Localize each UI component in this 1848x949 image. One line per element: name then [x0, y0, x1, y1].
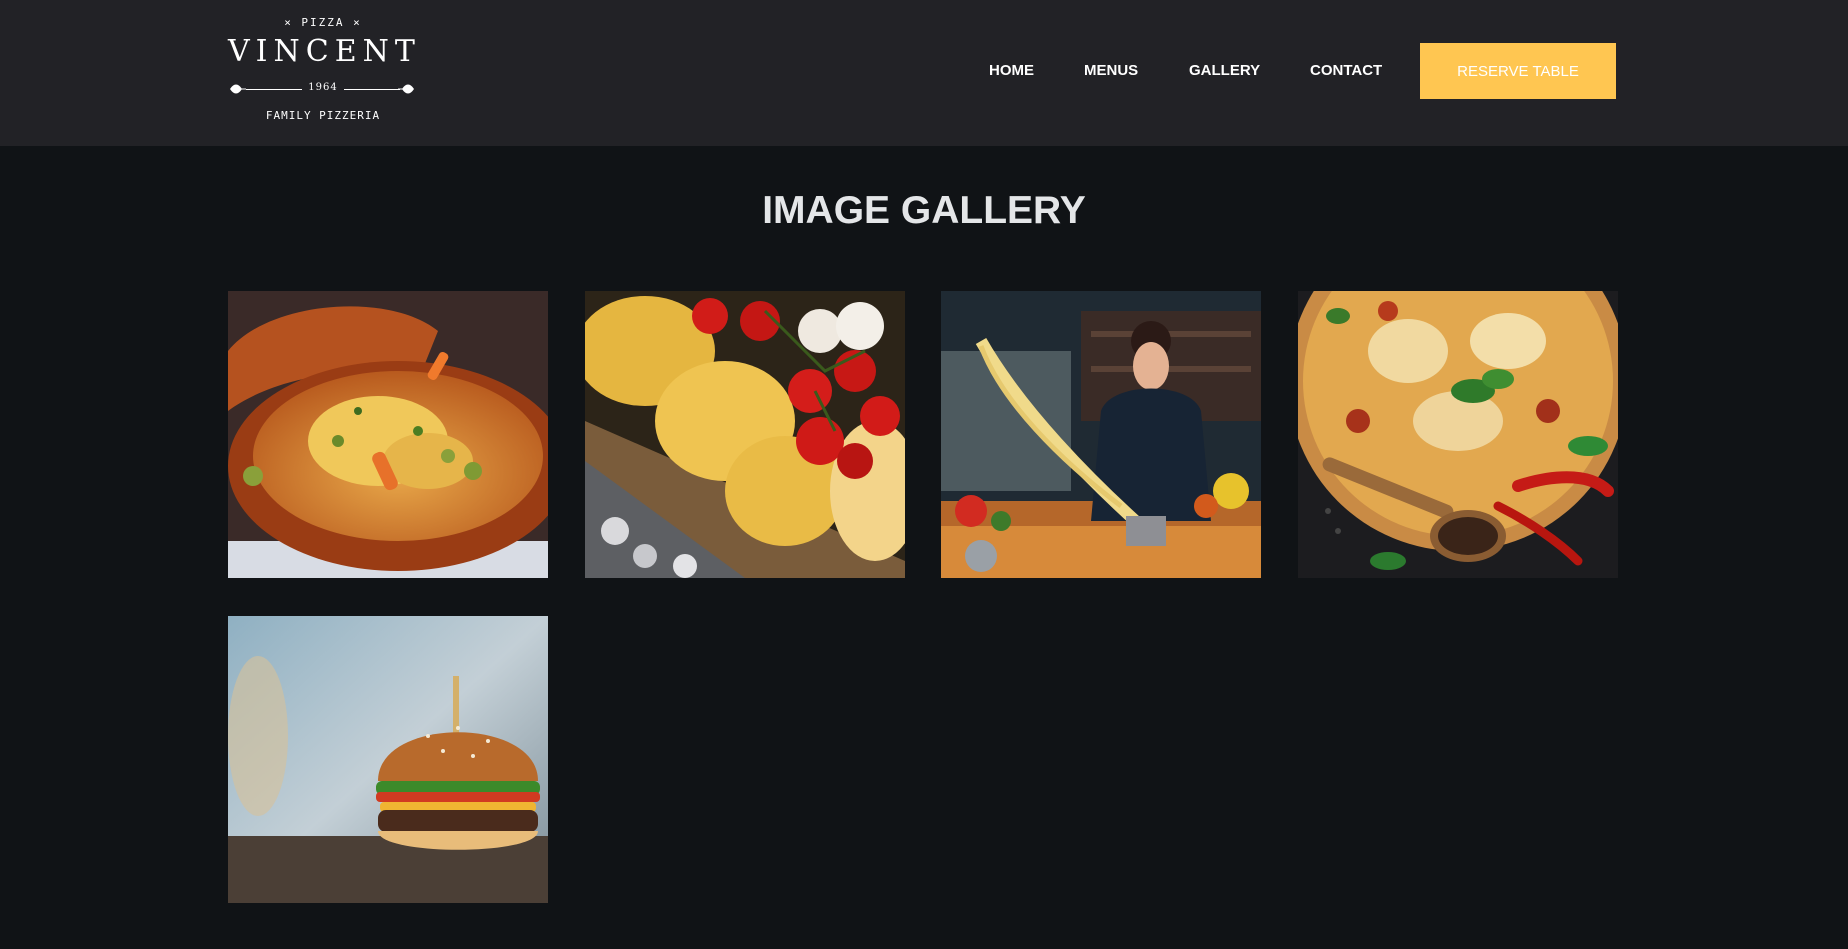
- nav-contact[interactable]: CONTACT: [1310, 62, 1382, 79]
- logo-rule-right: [344, 89, 400, 90]
- gallery-image-chef[interactable]: [941, 291, 1261, 578]
- logo-name: VINCENT: [228, 34, 421, 69]
- leaf-ornament-icon: [230, 84, 246, 94]
- nav-gallery[interactable]: GALLERY: [1189, 62, 1260, 79]
- chef-making-pasta-photo: [941, 291, 1261, 578]
- logo[interactable]: × PIZZA × VINCENT 1964 FAMILY PIZZERIA: [228, 14, 418, 126]
- burger-photo: [228, 616, 548, 903]
- fresh-pasta-tomatoes-photo: [585, 291, 905, 578]
- nav-home[interactable]: HOME: [989, 62, 1034, 79]
- logo-subtitle: FAMILY PIZZERIA: [265, 109, 381, 122]
- leaf-ornament-icon: [398, 84, 414, 94]
- nav-menus[interactable]: MENUS: [1084, 62, 1138, 79]
- gallery-image-burger[interactable]: [228, 616, 548, 903]
- logo-year: 1964: [308, 82, 338, 93]
- logo-rule-left: [246, 89, 302, 90]
- reserve-table-button[interactable]: RESERVE TABLE: [1420, 43, 1616, 99]
- gallery-image-pasta[interactable]: [585, 291, 905, 578]
- page-title: IMAGE GALLERY: [762, 189, 1086, 232]
- logo-top-text: × PIZZA ×: [284, 16, 362, 29]
- site-header: × PIZZA × VINCENT 1964 FAMILY PIZZERIA H…: [0, 0, 1848, 146]
- gallery-image-pizza[interactable]: [1298, 291, 1618, 578]
- pizza-spices-photo: [1298, 291, 1618, 578]
- tagine-dish-photo: [228, 291, 548, 578]
- gallery-image-tagine[interactable]: [228, 291, 548, 578]
